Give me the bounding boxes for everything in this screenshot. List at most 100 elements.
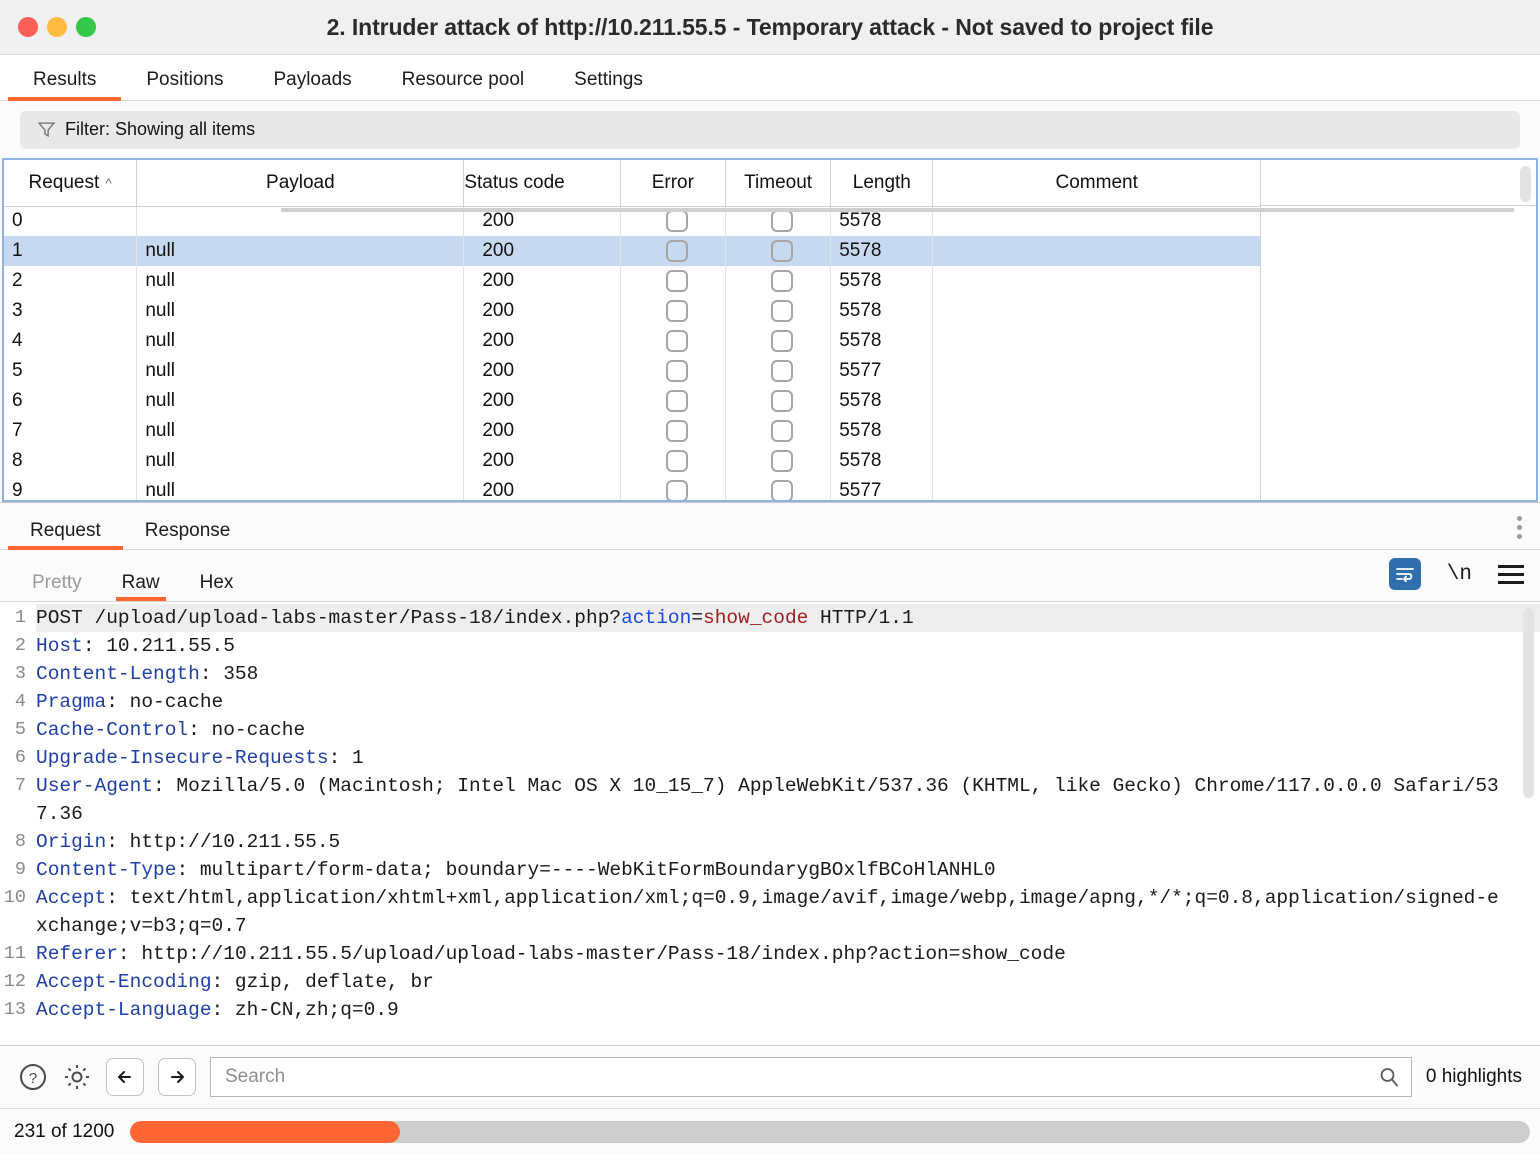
error-checkbox[interactable] bbox=[665, 300, 688, 322]
table-row[interactable]: 3 null 200 5578 bbox=[4, 296, 1260, 326]
search-next-button[interactable] bbox=[158, 1058, 196, 1096]
error-checkbox[interactable] bbox=[665, 330, 688, 352]
filter-bar[interactable]: Filter: Showing all items bbox=[20, 110, 1520, 149]
line-number: 2 bbox=[14, 635, 26, 656]
line-text: Upgrade-Insecure-Requests: 1 bbox=[36, 747, 364, 769]
request-viewer[interactable]: 1 POST /upload/upload-labs-master/Pass-18… bbox=[0, 602, 1540, 1046]
timeout-checkbox[interactable] bbox=[771, 480, 794, 500]
gear-icon[interactable] bbox=[62, 1062, 92, 1092]
table-row[interactable]: 5 null 200 5577 bbox=[4, 356, 1260, 386]
request-line: 2 Host: 10.211.55.5 bbox=[0, 632, 1540, 660]
cell-comment bbox=[933, 476, 1260, 500]
tab-results[interactable]: Results bbox=[8, 70, 122, 101]
funnel-icon bbox=[38, 122, 55, 138]
table-row[interactable]: 6 null 200 5578 bbox=[4, 386, 1260, 416]
line-number: 6 bbox=[14, 747, 26, 768]
line-number: 9 bbox=[14, 859, 26, 880]
timeout-checkbox[interactable] bbox=[771, 300, 794, 322]
gear-glyph bbox=[65, 1065, 89, 1089]
table-row[interactable]: 1 null 200 5578 bbox=[4, 236, 1260, 266]
error-checkbox[interactable] bbox=[665, 240, 688, 262]
timeout-checkbox[interactable] bbox=[771, 330, 794, 352]
cell-length: 5578 bbox=[830, 236, 934, 266]
minimize-button[interactable] bbox=[47, 17, 67, 37]
newline-toggle-icon[interactable]: \n bbox=[1447, 563, 1472, 586]
table-row[interactable]: 9 null 200 5577 bbox=[4, 476, 1260, 500]
error-checkbox[interactable] bbox=[665, 420, 688, 442]
svg-text:?: ? bbox=[29, 1070, 37, 1087]
table-vertical-scrollbar[interactable] bbox=[1520, 166, 1531, 202]
cell-request: 1 bbox=[4, 236, 138, 266]
tab-hex[interactable]: Hex bbox=[180, 573, 254, 601]
attack-progress-label: 231 of 1200 bbox=[14, 1120, 115, 1142]
line-number: 12 bbox=[3, 971, 26, 992]
table-horizontal-scrollbar[interactable] bbox=[281, 208, 1514, 212]
search-previous-button[interactable] bbox=[106, 1058, 144, 1096]
timeout-checkbox[interactable] bbox=[771, 420, 794, 442]
error-checkbox[interactable] bbox=[665, 270, 688, 292]
results-table[interactable]: Request ^ Payload Status code Error Timeo… bbox=[2, 158, 1538, 502]
tab-payloads[interactable]: Payloads bbox=[248, 70, 376, 100]
line-number: 3 bbox=[14, 663, 26, 684]
more-options-icon[interactable] bbox=[1517, 516, 1522, 539]
cell-request: 8 bbox=[4, 446, 138, 476]
cell-length: 5578 bbox=[830, 266, 934, 296]
tab-settings[interactable]: Settings bbox=[549, 70, 668, 100]
request-vertical-scrollbar[interactable] bbox=[1523, 608, 1534, 798]
window-title: 2. Intruder attack of http://10.211.55.5… bbox=[326, 13, 1214, 40]
view-tools: \n bbox=[1388, 558, 1524, 590]
cell-request: 9 bbox=[4, 476, 138, 500]
close-button[interactable] bbox=[18, 17, 38, 37]
cell-comment bbox=[933, 356, 1260, 386]
timeout-checkbox[interactable] bbox=[771, 450, 794, 472]
hamburger-menu-icon[interactable] bbox=[1498, 564, 1524, 584]
cell-payload: null bbox=[136, 326, 465, 356]
timeout-checkbox[interactable] bbox=[771, 360, 794, 382]
column-header-status-code[interactable]: Status code bbox=[463, 160, 621, 207]
error-checkbox[interactable] bbox=[665, 480, 688, 500]
request-line: 5 Cache-Control: no-cache bbox=[0, 716, 1540, 744]
table-row[interactable]: 4 null 200 5578 bbox=[4, 326, 1260, 356]
line-number: 10 bbox=[3, 887, 26, 908]
column-header-length[interactable]: Length bbox=[830, 160, 934, 207]
cell-request: 5 bbox=[4, 356, 138, 386]
table-row[interactable]: 2 null 200 5578 bbox=[4, 266, 1260, 296]
cell-status-code: 200 bbox=[463, 446, 621, 476]
column-header-error[interactable]: Error bbox=[620, 160, 726, 207]
search-input[interactable] bbox=[210, 1057, 1412, 1097]
timeout-checkbox[interactable] bbox=[771, 210, 794, 233]
error-checkbox[interactable] bbox=[665, 360, 688, 382]
line-number: 8 bbox=[14, 831, 26, 852]
column-header-comment[interactable]: Comment bbox=[932, 160, 1260, 207]
cell-payload: null bbox=[136, 476, 465, 500]
table-row[interactable]: 8 null 200 5578 bbox=[4, 446, 1260, 476]
cell-payload: null bbox=[136, 446, 465, 476]
tab-resource-pool[interactable]: Resource pool bbox=[377, 70, 550, 100]
line-text: User-Agent: Mozilla/5.0 (Macintosh; Inte… bbox=[36, 775, 1499, 825]
tab-raw[interactable]: Raw bbox=[102, 573, 180, 601]
request-line: 10 Accept: text/html,application/xhtml+xm… bbox=[0, 884, 1540, 940]
error-checkbox[interactable] bbox=[665, 450, 688, 472]
column-header-timeout[interactable]: Timeout bbox=[725, 160, 832, 207]
line-number: 1 bbox=[14, 607, 26, 628]
table-row[interactable]: 7 null 200 5578 bbox=[4, 416, 1260, 446]
column-header-payload[interactable]: Payload bbox=[136, 160, 465, 207]
tab-response[interactable]: Response bbox=[123, 521, 253, 549]
word-wrap-icon[interactable] bbox=[1388, 558, 1421, 590]
help-icon[interactable]: ? bbox=[18, 1062, 48, 1092]
tab-positions[interactable]: Positions bbox=[121, 70, 248, 100]
line-text: Cache-Control: no-cache bbox=[36, 719, 306, 741]
cell-comment bbox=[933, 326, 1260, 356]
tab-request[interactable]: Request bbox=[8, 521, 123, 550]
column-header-request[interactable]: Request ^ bbox=[4, 160, 138, 207]
line-text: Host: 10.211.55.5 bbox=[36, 635, 235, 657]
filter-bar-container: Filter: Showing all items bbox=[0, 101, 1540, 158]
error-checkbox[interactable] bbox=[665, 210, 688, 233]
timeout-checkbox[interactable] bbox=[771, 270, 794, 292]
table-empty-header-cell bbox=[1261, 160, 1536, 206]
zoom-button[interactable] bbox=[76, 17, 96, 37]
timeout-checkbox[interactable] bbox=[771, 390, 794, 412]
error-checkbox[interactable] bbox=[665, 390, 688, 412]
timeout-checkbox[interactable] bbox=[771, 240, 794, 262]
tab-pretty[interactable]: Pretty bbox=[12, 573, 102, 601]
